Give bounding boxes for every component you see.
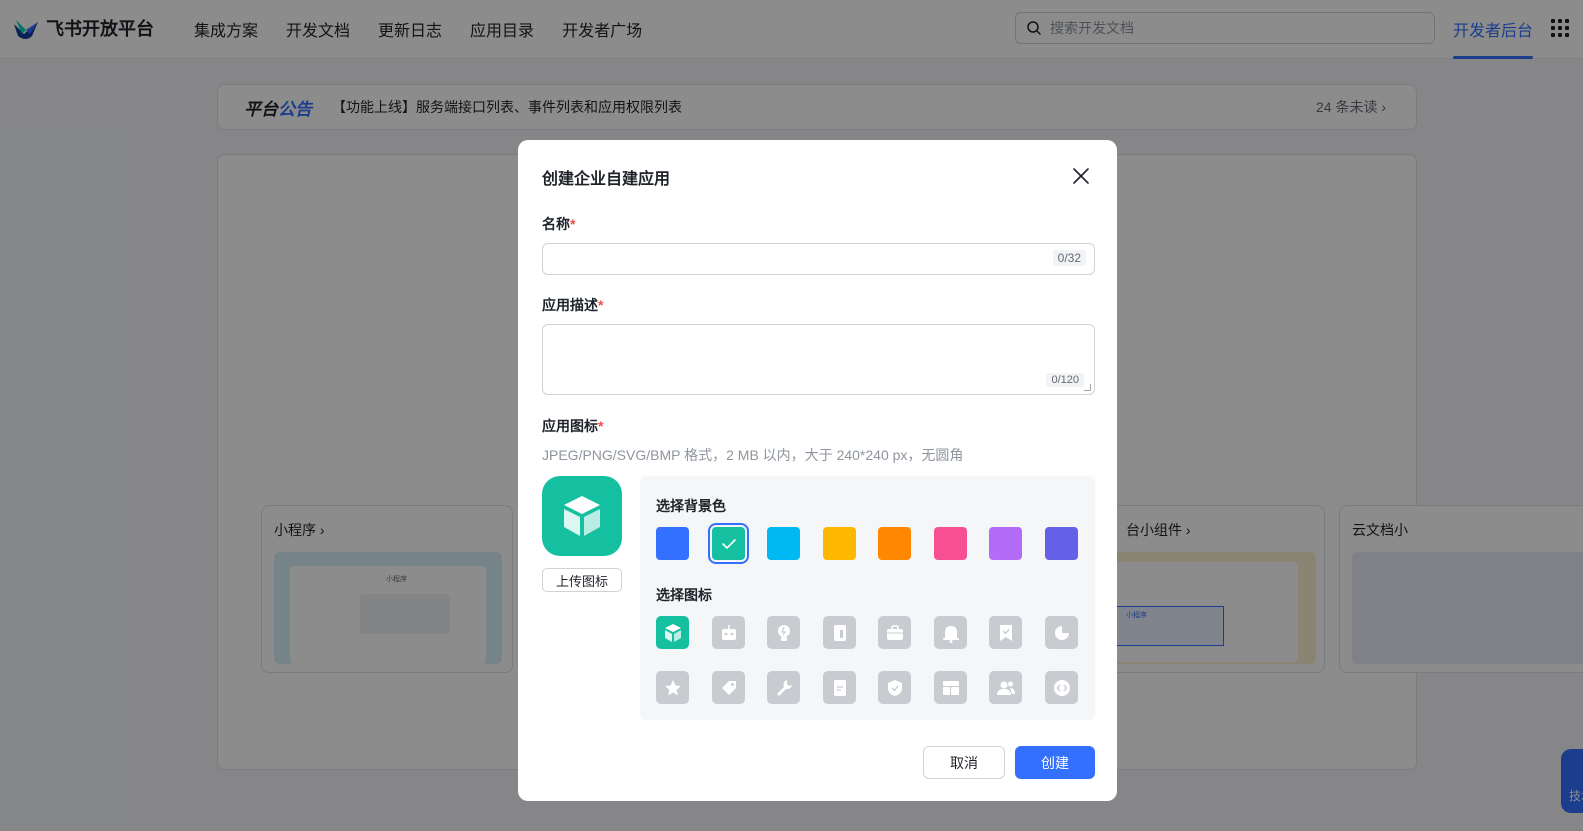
book-icon <box>833 624 846 641</box>
bell-icon <box>942 625 959 643</box>
wrench-icon <box>776 679 792 696</box>
star-icon <box>664 679 681 695</box>
users-icon <box>996 681 1015 695</box>
icon-option-cube[interactable] <box>656 616 689 649</box>
icon-option-users[interactable] <box>989 671 1022 704</box>
tag-icon <box>721 680 736 695</box>
bg-swatch-indigo[interactable] <box>1045 527 1078 560</box>
app-icon-preview <box>542 476 622 556</box>
description-textarea[interactable] <box>553 331 1083 381</box>
lightbulb-icon <box>777 624 790 641</box>
create-app-dialog: 创建企业自建应用 名称* 0/32 应用描述* 0/120 应用图标* JPEG… <box>518 140 1117 801</box>
cube-icon <box>664 623 681 642</box>
bg-swatch-blue[interactable] <box>656 527 689 560</box>
icon-option-shield[interactable] <box>878 671 911 704</box>
briefcase-icon <box>886 624 903 640</box>
upload-icon-button[interactable]: 上传图标 <box>542 568 622 592</box>
dialog-title: 创建企业自建应用 <box>542 171 671 188</box>
icon-option-tag[interactable] <box>712 671 745 704</box>
description-char-counter: 0/120 <box>1046 373 1084 387</box>
pie-chart-icon <box>1054 625 1069 640</box>
bookmark-check-icon <box>999 624 1012 641</box>
cube-icon <box>564 496 600 536</box>
icon-option-book[interactable] <box>823 616 856 649</box>
create-button[interactable]: 创建 <box>1015 746 1095 779</box>
icon-option-bookmark[interactable] <box>989 616 1022 649</box>
background-color-label: 选择背景色 <box>656 498 726 514</box>
icon-option-layout[interactable] <box>934 671 967 704</box>
close-icon[interactable] <box>1071 166 1091 186</box>
icon-option-star[interactable] <box>656 671 689 704</box>
bg-swatch-cyan[interactable] <box>767 527 800 560</box>
bg-swatch-purple[interactable] <box>989 527 1022 560</box>
bg-swatch-yellow[interactable] <box>823 527 856 560</box>
bg-swatch-pink[interactable] <box>934 527 967 560</box>
icon-format-hint: JPEG/PNG/SVG/BMP 格式，2 MB 以内，大于 240*240 p… <box>542 447 964 463</box>
icon-option-wrench[interactable] <box>767 671 800 704</box>
bg-swatch-orange[interactable] <box>878 527 911 560</box>
resize-handle-icon[interactable] <box>1084 384 1091 391</box>
icon-style-picker: 选择背景色 选择图标 <box>640 476 1095 720</box>
cancel-button[interactable]: 取消 <box>923 746 1005 779</box>
choose-icon-label: 选择图标 <box>656 587 712 603</box>
name-label: 名称* <box>542 216 576 232</box>
icon-option-bell[interactable] <box>934 616 967 649</box>
robot-icon <box>721 624 736 640</box>
document-icon <box>833 679 846 696</box>
shield-check-icon <box>887 679 902 696</box>
name-field[interactable]: 0/32 <box>542 243 1095 275</box>
icon-option-robot[interactable] <box>712 616 745 649</box>
icon-option-code[interactable] <box>1045 671 1078 704</box>
check-icon <box>722 539 736 549</box>
bg-swatch-teal[interactable] <box>712 527 745 560</box>
icon-option-lightbulb[interactable] <box>767 616 800 649</box>
icon-option-briefcase[interactable] <box>878 616 911 649</box>
layout-icon <box>942 680 959 695</box>
icon-option-pie-chart[interactable] <box>1045 616 1078 649</box>
app-icon-label: 应用图标* <box>542 418 604 434</box>
icon-option-document[interactable] <box>823 671 856 704</box>
description-label: 应用描述* <box>542 297 604 313</box>
description-field[interactable]: 0/120 <box>542 324 1095 395</box>
code-icon <box>1053 679 1070 696</box>
name-input[interactable] <box>553 244 1033 274</box>
name-char-counter: 0/32 <box>1052 250 1086 266</box>
